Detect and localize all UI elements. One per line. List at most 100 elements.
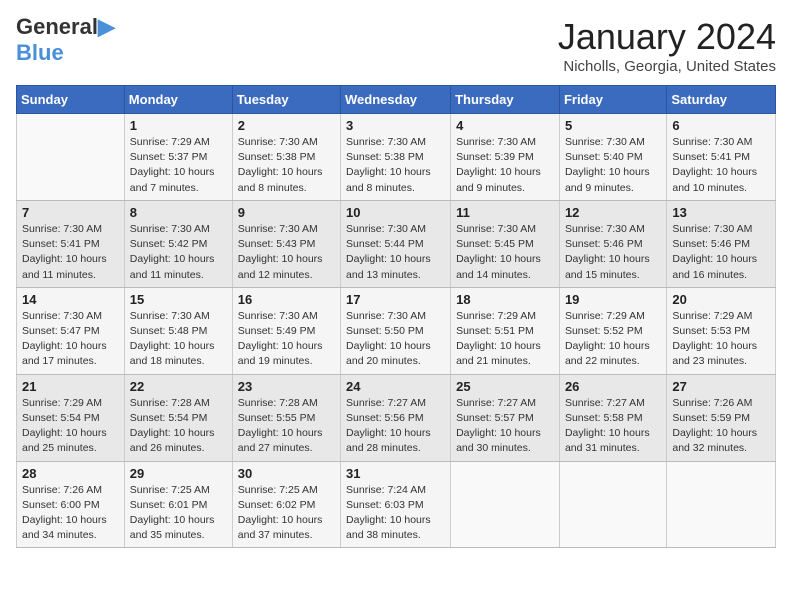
header-thursday: Thursday <box>451 86 560 114</box>
day-info: Sunrise: 7:25 AM Sunset: 6:01 PM Dayligh… <box>130 483 227 544</box>
day-number: 13 <box>672 205 770 220</box>
day-number: 26 <box>565 379 661 394</box>
day-number: 7 <box>22 205 119 220</box>
day-cell <box>451 461 560 548</box>
day-cell <box>559 461 666 548</box>
day-number: 25 <box>456 379 554 394</box>
day-cell: 30 Sunrise: 7:25 AM Sunset: 6:02 PM Dayli… <box>232 461 340 548</box>
day-number: 9 <box>238 205 335 220</box>
day-info: Sunrise: 7:30 AM Sunset: 5:39 PM Dayligh… <box>456 135 554 196</box>
day-info: Sunrise: 7:30 AM Sunset: 5:45 PM Dayligh… <box>456 222 554 283</box>
day-cell: 19 Sunrise: 7:29 AM Sunset: 5:52 PM Dayli… <box>559 287 666 374</box>
day-info: Sunrise: 7:29 AM Sunset: 5:52 PM Dayligh… <box>565 309 661 370</box>
day-number: 20 <box>672 292 770 307</box>
day-info: Sunrise: 7:28 AM Sunset: 5:55 PM Dayligh… <box>238 396 335 457</box>
month-title: January 2024 <box>558 16 776 58</box>
day-cell: 11 Sunrise: 7:30 AM Sunset: 5:45 PM Dayli… <box>451 200 560 287</box>
title-block: January 2024 Nicholls, Georgia, United S… <box>558 16 776 75</box>
day-info: Sunrise: 7:27 AM Sunset: 5:57 PM Dayligh… <box>456 396 554 457</box>
week-row-3: 14 Sunrise: 7:30 AM Sunset: 5:47 PM Dayli… <box>17 287 776 374</box>
day-number: 18 <box>456 292 554 307</box>
day-number: 4 <box>456 118 554 133</box>
day-cell: 31 Sunrise: 7:24 AM Sunset: 6:03 PM Dayli… <box>341 461 451 548</box>
day-cell: 24 Sunrise: 7:27 AM Sunset: 5:56 PM Dayli… <box>341 374 451 461</box>
day-info: Sunrise: 7:30 AM Sunset: 5:41 PM Dayligh… <box>22 222 119 283</box>
day-number: 22 <box>130 379 227 394</box>
day-info: Sunrise: 7:30 AM Sunset: 5:46 PM Dayligh… <box>672 222 770 283</box>
day-cell: 18 Sunrise: 7:29 AM Sunset: 5:51 PM Dayli… <box>451 287 560 374</box>
day-cell: 5Sunrise: 7:30 AM Sunset: 5:40 PM Daylig… <box>559 114 666 201</box>
location: Nicholls, Georgia, United States <box>558 58 776 75</box>
day-number: 12 <box>565 205 661 220</box>
day-cell: 26 Sunrise: 7:27 AM Sunset: 5:58 PM Dayli… <box>559 374 666 461</box>
header-saturday: Saturday <box>667 86 776 114</box>
logo-blue-text: Blue <box>16 40 64 66</box>
day-info: Sunrise: 7:30 AM Sunset: 5:44 PM Dayligh… <box>346 222 445 283</box>
day-number: 6 <box>672 118 770 133</box>
day-cell <box>17 114 125 201</box>
day-info: Sunrise: 7:30 AM Sunset: 5:49 PM Dayligh… <box>238 309 335 370</box>
day-number: 21 <box>22 379 119 394</box>
week-row-4: 21 Sunrise: 7:29 AM Sunset: 5:54 PM Dayli… <box>17 374 776 461</box>
page-header: General▶ Blue January 2024 Nicholls, Geo… <box>16 16 776 75</box>
day-number: 28 <box>22 466 119 481</box>
header-monday: Monday <box>124 86 232 114</box>
day-info: Sunrise: 7:30 AM Sunset: 5:38 PM Dayligh… <box>238 135 335 196</box>
calendar-table: SundayMondayTuesdayWednesdayThursdayFrid… <box>16 85 776 548</box>
day-number: 10 <box>346 205 445 220</box>
day-cell: 21 Sunrise: 7:29 AM Sunset: 5:54 PM Dayli… <box>17 374 125 461</box>
day-cell: 8Sunrise: 7:30 AM Sunset: 5:42 PM Daylig… <box>124 200 232 287</box>
day-cell: 29 Sunrise: 7:25 AM Sunset: 6:01 PM Dayli… <box>124 461 232 548</box>
day-cell: 14 Sunrise: 7:30 AM Sunset: 5:47 PM Dayli… <box>17 287 125 374</box>
logo-blue: ▶ <box>98 14 115 39</box>
day-cell: 17Sunrise: 7:30 AM Sunset: 5:50 PM Dayli… <box>341 287 451 374</box>
logo-text: General▶ <box>16 16 115 38</box>
day-cell: 20 Sunrise: 7:29 AM Sunset: 5:53 PM Dayli… <box>667 287 776 374</box>
day-cell: 9Sunrise: 7:30 AM Sunset: 5:43 PM Daylig… <box>232 200 340 287</box>
day-info: Sunrise: 7:29 AM Sunset: 5:51 PM Dayligh… <box>456 309 554 370</box>
day-cell: 23 Sunrise: 7:28 AM Sunset: 5:55 PM Dayli… <box>232 374 340 461</box>
logo: General▶ Blue <box>16 16 115 66</box>
day-info: Sunrise: 7:30 AM Sunset: 5:48 PM Dayligh… <box>130 309 227 370</box>
calendar-header-row: SundayMondayTuesdayWednesdayThursdayFrid… <box>17 86 776 114</box>
header-friday: Friday <box>559 86 666 114</box>
day-info: Sunrise: 7:29 AM Sunset: 5:53 PM Dayligh… <box>672 309 770 370</box>
day-info: Sunrise: 7:30 AM Sunset: 5:38 PM Dayligh… <box>346 135 445 196</box>
day-cell: 12Sunrise: 7:30 AM Sunset: 5:46 PM Dayli… <box>559 200 666 287</box>
week-row-2: 7 Sunrise: 7:30 AM Sunset: 5:41 PM Daylig… <box>17 200 776 287</box>
day-cell <box>667 461 776 548</box>
day-number: 14 <box>22 292 119 307</box>
day-cell: 4 Sunrise: 7:30 AM Sunset: 5:39 PM Daylig… <box>451 114 560 201</box>
day-info: Sunrise: 7:27 AM Sunset: 5:56 PM Dayligh… <box>346 396 445 457</box>
day-info: Sunrise: 7:30 AM Sunset: 5:42 PM Dayligh… <box>130 222 227 283</box>
day-cell: 10 Sunrise: 7:30 AM Sunset: 5:44 PM Dayli… <box>341 200 451 287</box>
week-row-5: 28Sunrise: 7:26 AM Sunset: 6:00 PM Dayli… <box>17 461 776 548</box>
header-sunday: Sunday <box>17 86 125 114</box>
header-tuesday: Tuesday <box>232 86 340 114</box>
day-number: 27 <box>672 379 770 394</box>
day-number: 24 <box>346 379 445 394</box>
day-number: 3 <box>346 118 445 133</box>
day-info: Sunrise: 7:29 AM Sunset: 5:54 PM Dayligh… <box>22 396 119 457</box>
week-row-1: 1Sunrise: 7:29 AM Sunset: 5:37 PM Daylig… <box>17 114 776 201</box>
day-number: 19 <box>565 292 661 307</box>
day-cell: 2 Sunrise: 7:30 AM Sunset: 5:38 PM Daylig… <box>232 114 340 201</box>
day-info: Sunrise: 7:30 AM Sunset: 5:47 PM Dayligh… <box>22 309 119 370</box>
day-number: 16 <box>238 292 335 307</box>
day-cell: 7 Sunrise: 7:30 AM Sunset: 5:41 PM Daylig… <box>17 200 125 287</box>
day-number: 11 <box>456 205 554 220</box>
day-cell: 3 Sunrise: 7:30 AM Sunset: 5:38 PM Daylig… <box>341 114 451 201</box>
day-info: Sunrise: 7:25 AM Sunset: 6:02 PM Dayligh… <box>238 483 335 544</box>
day-info: Sunrise: 7:27 AM Sunset: 5:58 PM Dayligh… <box>565 396 661 457</box>
day-info: Sunrise: 7:30 AM Sunset: 5:40 PM Dayligh… <box>565 135 661 196</box>
day-number: 23 <box>238 379 335 394</box>
day-number: 29 <box>130 466 227 481</box>
day-number: 17 <box>346 292 445 307</box>
day-number: 2 <box>238 118 335 133</box>
day-number: 30 <box>238 466 335 481</box>
day-info: Sunrise: 7:24 AM Sunset: 6:03 PM Dayligh… <box>346 483 445 544</box>
day-cell: 16 Sunrise: 7:30 AM Sunset: 5:49 PM Dayli… <box>232 287 340 374</box>
day-cell: 13 Sunrise: 7:30 AM Sunset: 5:46 PM Dayli… <box>667 200 776 287</box>
day-number: 31 <box>346 466 445 481</box>
day-info: Sunrise: 7:29 AM Sunset: 5:37 PM Dayligh… <box>130 135 227 196</box>
